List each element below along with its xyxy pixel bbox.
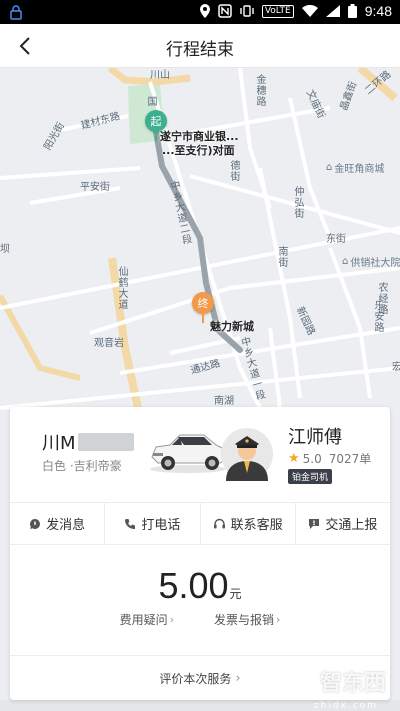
- building-icon: ⌂: [326, 162, 333, 173]
- headset-icon: [213, 518, 225, 528]
- fare-question-link[interactable]: 费用疑问 ›: [120, 611, 174, 628]
- road-label: 国: [145, 96, 156, 107]
- poi-marker: ⌂ 供销社大院: [342, 254, 400, 269]
- watermark-logo: 智东西: [319, 671, 386, 696]
- road-label: 南湖: [214, 396, 234, 407]
- action-bar: 发消息 打电话 联系客服 交通上报: [10, 502, 390, 545]
- vibrate-icon: [240, 5, 254, 17]
- road-label: 宏: [392, 362, 400, 373]
- watermark-url: zhidx.com: [313, 701, 378, 711]
- chevron-right-icon: ›: [235, 670, 241, 686]
- poi-label: 金旺角商城: [334, 164, 385, 175]
- road-label: 德街: [228, 160, 239, 182]
- poi-marker: ⌂ 金旺角商城: [326, 160, 384, 175]
- plate-redaction: [77, 433, 134, 451]
- road-label: 农经路: [376, 282, 387, 315]
- traffic-report-button[interactable]: 交通上报: [296, 503, 390, 544]
- trip-summary-card: 川M 白色 ·吉利帝豪 江师傅 ★ 5.0 7027单 铂金司机 发消息 打电话…: [10, 407, 390, 700]
- building-icon: ⌂: [342, 256, 349, 267]
- star-icon: ★: [288, 451, 300, 466]
- signal-icon: [325, 5, 340, 17]
- driver-name: 江师傅: [288, 427, 342, 448]
- page-title: 行程结束: [166, 40, 234, 60]
- road-label: 平安街: [80, 182, 110, 193]
- message-icon: [30, 518, 41, 529]
- car-info: 白色 ·吉利帝豪: [42, 459, 122, 473]
- contact-support-button[interactable]: 联系客服: [201, 503, 296, 544]
- end-pin[interactable]: 终: [192, 292, 214, 323]
- road-label: 坝: [0, 244, 10, 255]
- lock-app-icon: [10, 5, 22, 20]
- phone-icon: [125, 518, 136, 529]
- license-plate: 川M: [42, 429, 134, 455]
- road-label: 川山: [150, 70, 170, 81]
- poi-label: 供销社大院: [350, 258, 400, 269]
- send-message-button[interactable]: 发消息: [10, 503, 106, 544]
- wifi-icon: [301, 5, 318, 17]
- road-label: 东街: [326, 234, 346, 245]
- end-location-label: 魅力新城: [210, 320, 254, 333]
- driver-level-badge: 铂金司机: [288, 469, 333, 484]
- call-button[interactable]: 打电话: [105, 503, 201, 544]
- nfc-icon: [218, 4, 232, 18]
- fare-links: 费用疑问 › 发票与报销 ›: [10, 611, 390, 628]
- end-marker: 终: [192, 292, 214, 314]
- clock: 9:48: [364, 3, 392, 19]
- car-image: [150, 434, 227, 473]
- app-header: 行程结束: [0, 24, 400, 68]
- road-label: 金穗路: [254, 74, 265, 107]
- driver-avatar: [221, 428, 273, 481]
- fare-amount: 5.00: [158, 565, 229, 606]
- invoice-link[interactable]: 发票与报销 ›: [214, 611, 280, 628]
- status-bar: VoLTE 9:48: [0, 0, 400, 24]
- road-label: 观音岩: [94, 338, 124, 349]
- chevron-right-icon: ›: [276, 613, 281, 626]
- volte-indicator: VoLTE: [261, 4, 294, 18]
- report-icon: [309, 518, 320, 529]
- fare-display: 5.00元: [10, 565, 390, 607]
- driver-rating: ★ 5.0 7027单: [288, 451, 372, 466]
- road-label: 南街: [276, 246, 287, 268]
- location-icon: [199, 4, 210, 18]
- battery-icon: [347, 4, 357, 18]
- chevron-right-icon: ›: [169, 613, 174, 626]
- road-label: 仙鹤大道: [116, 266, 127, 310]
- start-marker: 起: [145, 110, 167, 132]
- road-label: 仲弘街: [292, 186, 303, 219]
- fare-unit: 元: [229, 587, 242, 601]
- start-location-label: 遂宁市商业银... ...至支行)对面: [160, 130, 239, 157]
